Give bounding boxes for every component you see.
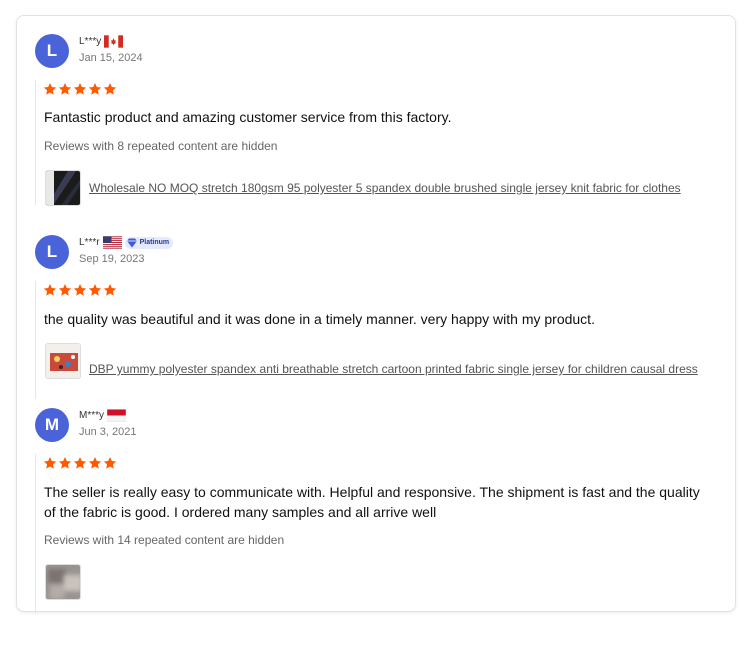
reviewer-name-row: L***y bbox=[79, 35, 124, 48]
star-icon bbox=[43, 457, 57, 469]
diamond-icon bbox=[126, 238, 137, 247]
reviewer-name: L***y bbox=[79, 36, 102, 47]
product-link[interactable]: Wholesale NO MOQ stretch 180gsm 95 polye… bbox=[89, 179, 719, 197]
blurred-photo-thumbnail[interactable] bbox=[45, 564, 81, 600]
rating-stars bbox=[43, 283, 117, 297]
star-icon bbox=[73, 284, 87, 296]
canada-flag-icon bbox=[104, 35, 124, 48]
star-icon bbox=[103, 284, 117, 296]
review-body-rail bbox=[35, 80, 36, 205]
hidden-reviews-note: Reviews with 14 repeated content are hid… bbox=[44, 533, 285, 547]
platinum-badge: Platinum bbox=[124, 236, 174, 249]
star-icon bbox=[88, 284, 102, 296]
hidden-reviews-note: Reviews with 8 repeated content are hidd… bbox=[44, 139, 278, 153]
reviews-card: L L***y Jan 15, 2024 Fantastic product a… bbox=[16, 15, 736, 614]
review-date: Sep 19, 2023 bbox=[79, 253, 145, 265]
printed-fabric-thumbnail[interactable] bbox=[45, 343, 81, 379]
rating-stars bbox=[43, 456, 117, 470]
review-date: Jun 3, 2021 bbox=[79, 426, 137, 438]
black-fabric-thumbnail[interactable] bbox=[45, 170, 81, 206]
review-text: the quality was beautiful and it was don… bbox=[44, 311, 595, 327]
star-icon bbox=[58, 284, 72, 296]
review-body-rail bbox=[35, 454, 36, 614]
badge-label: Platinum bbox=[139, 239, 170, 246]
usa-flag-icon bbox=[102, 236, 122, 249]
review-date: Jan 15, 2024 bbox=[79, 52, 143, 64]
product-link[interactable]: DBP yummy polyester spandex anti breatha… bbox=[89, 360, 719, 378]
review-body-rail bbox=[35, 281, 36, 399]
avatar: L bbox=[35, 235, 69, 269]
avatar-initial: M bbox=[44, 415, 60, 434]
star-icon bbox=[73, 457, 87, 469]
reviewer-name-row: M***y bbox=[79, 409, 127, 422]
review-text: The seller is really easy to communicate… bbox=[44, 484, 700, 520]
star-icon bbox=[88, 83, 102, 95]
reviewer-name: M***y bbox=[79, 410, 105, 421]
indonesia-flag-icon bbox=[107, 409, 127, 422]
rating-stars bbox=[43, 82, 117, 96]
star-icon bbox=[58, 83, 72, 95]
star-icon bbox=[43, 284, 57, 296]
avatar-initial: L bbox=[46, 242, 58, 261]
star-icon bbox=[103, 83, 117, 95]
star-icon bbox=[73, 83, 87, 95]
avatar: M bbox=[35, 408, 69, 442]
avatar: L bbox=[35, 34, 69, 68]
star-icon bbox=[58, 457, 72, 469]
reviewer-name: L***r bbox=[79, 237, 100, 248]
reviewer-name-row: L***r Platinum bbox=[79, 236, 174, 249]
review-text: Fantastic product and amazing customer s… bbox=[44, 109, 452, 125]
avatar-initial: L bbox=[46, 41, 58, 60]
star-icon bbox=[88, 457, 102, 469]
star-icon bbox=[43, 83, 57, 95]
star-icon bbox=[103, 457, 117, 469]
